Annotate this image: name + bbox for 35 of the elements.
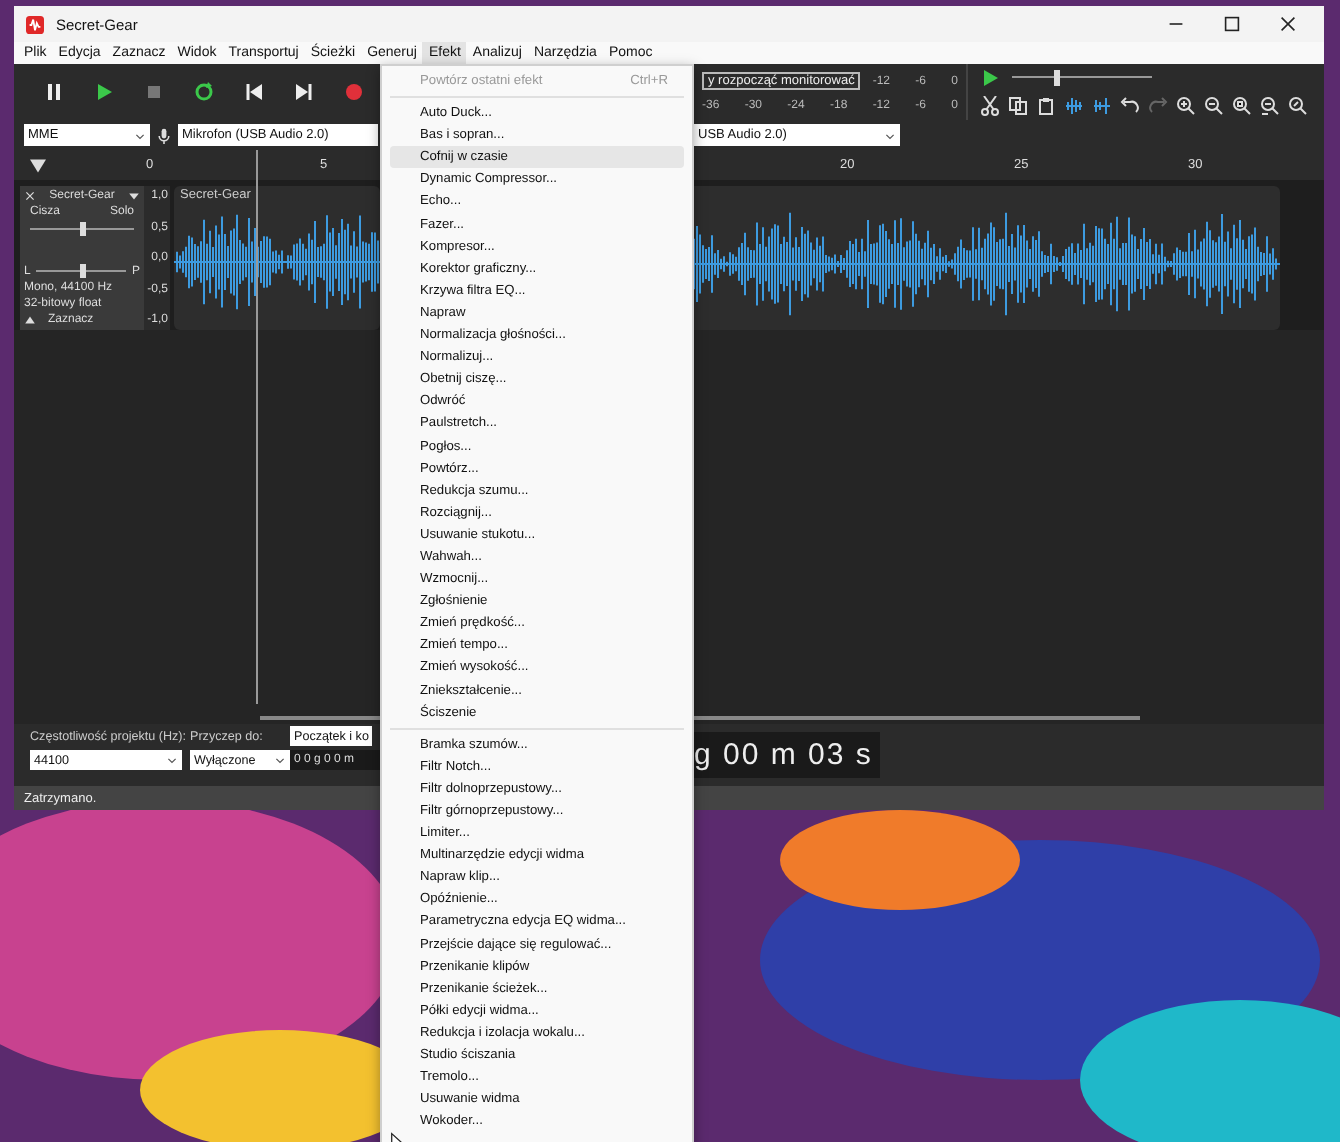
trim-audio-icon[interactable] [1064, 96, 1084, 116]
play-head-triangle-icon[interactable] [30, 157, 46, 173]
pause-icon[interactable] [44, 82, 64, 102]
undo-icon[interactable] [1120, 96, 1140, 116]
fit-project-icon[interactable] [1260, 96, 1280, 116]
copy-icon[interactable] [1008, 96, 1028, 116]
close-icon[interactable] [1280, 16, 1296, 32]
stop-icon[interactable] [144, 82, 164, 102]
loop-icon[interactable] [194, 82, 214, 102]
play-at-speed-icon[interactable] [980, 68, 1000, 88]
skip-to-start-icon[interactable] [244, 82, 264, 102]
skip-to-end-icon[interactable] [294, 82, 314, 102]
fit-selection-icon[interactable] [1232, 96, 1252, 116]
maximize-icon[interactable] [1224, 16, 1240, 32]
microphone-icon[interactable] [156, 125, 172, 145]
zoom-out-icon[interactable] [1204, 96, 1224, 116]
caret-icon[interactable] [128, 190, 140, 202]
silence-audio-icon[interactable] [1092, 96, 1112, 116]
zoom-in-icon[interactable] [1176, 96, 1196, 116]
chevron-icon [274, 754, 286, 766]
play-icon[interactable] [94, 82, 114, 102]
audio-clip[interactable] [694, 186, 1280, 330]
redo-icon[interactable] [1148, 96, 1168, 116]
collapse-icon[interactable] [24, 314, 36, 326]
play-speed-slider[interactable] [1012, 70, 1152, 86]
chevron-icon [166, 754, 178, 766]
app-logo-icon [26, 15, 44, 33]
pan-slider[interactable] [36, 264, 126, 278]
chevron-icon [134, 129, 146, 141]
paste-icon[interactable] [1036, 96, 1056, 116]
chevron-icon [884, 129, 896, 141]
zoom-toggle-icon[interactable] [1288, 96, 1308, 116]
record-icon[interactable] [344, 82, 364, 102]
scissors-icon[interactable] [980, 96, 1000, 116]
time-readout: g 00 m 03 s [694, 738, 873, 772]
